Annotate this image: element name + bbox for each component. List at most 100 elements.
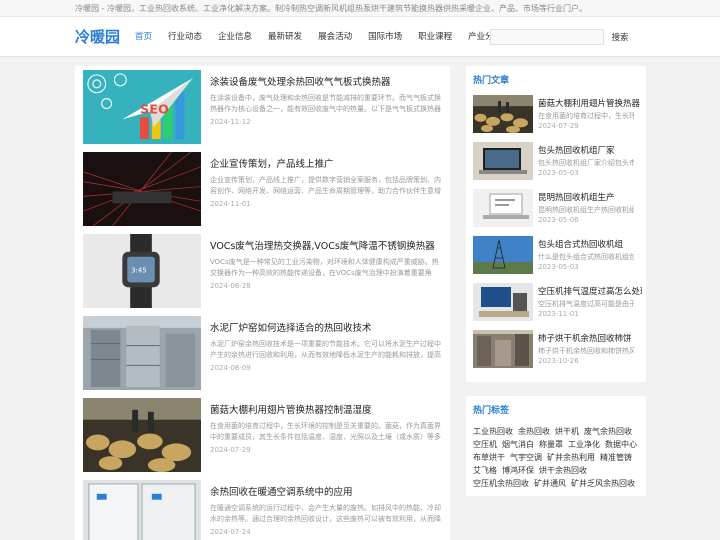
hot-article-thumbnail[interactable] [473, 189, 533, 227]
hot-article-thumbnail[interactable] [473, 236, 533, 274]
article-title[interactable]: 水泥厂炉窑如何选择适合的热回收技术 [210, 320, 372, 334]
hot-article-thumbnail[interactable] [473, 330, 533, 368]
tag-link[interactable]: 烘干余热回收 [539, 464, 587, 477]
tag-link[interactable]: 称量罩 [539, 438, 563, 451]
article-date: 2024-11-01 [210, 200, 251, 208]
hot-article-item[interactable]: 包头组合式热回收机组什么是包头组合式热回收机组包头 2023-05-03 [466, 234, 646, 281]
article-thumbnail[interactable] [83, 152, 201, 226]
hot-article-title[interactable]: 空压机排气温度过高怎么处理 [538, 285, 642, 297]
article-date: 2024-07-29 [210, 446, 251, 454]
article-summary: 水泥厂炉窑余热回收技术是一项重要的节能技术。它可以将水泥生产过程中产生的余热进行… [210, 340, 441, 359]
article-summary: VOCs废气是一种常见的工业污染物，对环境和人体健康构成严重威胁。热交换器作为一… [210, 258, 439, 277]
tag-link[interactable]: 矿井余热利用 [547, 451, 595, 464]
hot-article-summary: 柿子烘干机余热回收和柿饼热风烘 [538, 347, 634, 355]
hot-tags-panel: 热门标签 工业热回收 余热回收 烘干机 废气余热回收空压机 烟气消白 称量罩 工业净化 数据中… [466, 396, 646, 496]
article-date: 2024-08-28 [210, 282, 251, 290]
tag-link[interactable]: 工业热回收 [473, 425, 513, 438]
article-date: 2024-07-24 [210, 528, 251, 536]
hot-article-title[interactable]: 昆明热回收机组生产 [538, 191, 642, 203]
article-title[interactable]: 企业宣传策划，产品线上推广 [210, 156, 334, 170]
article-item[interactable]: 3:45 VOCs废气治理热交换器,VOCs废气降温不锈钢换热器 VOCs废气是一种… [75, 230, 450, 312]
hot-article-summary: 昆明热回收机组生产热回收机组是 [538, 206, 634, 214]
hot-article-title[interactable]: 包头组合式热回收机组 [538, 238, 642, 250]
hot-articles-panel: 热门文章 菌菇大棚利用翅片管换热器在食用菌的培育过程中，生长环境 2024-07-… [466, 66, 646, 382]
nav-item[interactable]: 国际市场 [360, 17, 410, 57]
hot-article-date: 2023-05-03 [538, 263, 579, 271]
svg-text:SEO: SEO [140, 102, 169, 117]
article-title[interactable]: 涂装设备废气处理余热回收气气板式换热器 [210, 74, 391, 88]
tag-link[interactable]: 空压机 [473, 438, 497, 451]
article-thumbnail[interactable] [83, 316, 201, 390]
article-thumbnail[interactable]: 3:45 [83, 234, 201, 308]
tag-link[interactable]: 余热回收 [518, 425, 550, 438]
tag-link[interactable]: 数据中心 [605, 438, 637, 451]
hot-article-title[interactable]: 柿子烘干机余热回收柿饼 [538, 332, 642, 344]
hot-article-item[interactable]: 柿子烘干机余热回收柿饼柿子烘干机余热回收和柿饼热风烘 2023-10-26 [466, 328, 646, 375]
article-title[interactable]: 菌菇大棚利用翅片管换热器控制温湿度 [210, 402, 372, 416]
hot-article-date: 2023-05-06 [538, 216, 579, 224]
header: 冷暖园 首页 行业动态 企业信息 最新研发 展会活动 国际市场 职业课程 产业分类 搜索 [0, 17, 720, 57]
search-input[interactable] [490, 29, 604, 45]
tag-link[interactable]: 废气余热回收 [584, 425, 632, 438]
hot-article-date: 2023-10-26 [538, 357, 579, 365]
article-thumbnail[interactable] [83, 480, 201, 540]
article-item[interactable]: 水泥厂炉窑如何选择适合的热回收技术水泥厂炉窑余热回收技术是一项重要的节能技术。它… [75, 312, 450, 394]
nav-item[interactable]: 最新研发 [260, 17, 310, 57]
article-item[interactable]: 菌菇大棚利用翅片管换热器控制温湿度在食用菌的培育过程中，生长环境的控制是至关重要… [75, 394, 450, 476]
nav-item[interactable]: 职业课程 [410, 17, 460, 57]
article-item[interactable]: 余热回收在暖通空调系统中的应用在暖通空调系统的运行过程中，会产生大量的废热。如排… [75, 476, 450, 540]
tag-link[interactable]: 烘干机 [555, 425, 579, 438]
article-summary: 在暖通空调系统的运行过程中，会产生大量的废热。如排风中的热能、冷却水的余热等。通… [210, 504, 441, 523]
article-list: SEO 涂装设备废气处理余热回收气气板式换热器在涂装设备中，废气处理和余热回收是节… [75, 66, 450, 540]
hot-article-title[interactable]: 包头热回收机组厂家 [538, 144, 642, 156]
nav-item[interactable]: 首页 [127, 17, 160, 57]
tag-link[interactable]: 精准管铸 [600, 451, 632, 464]
nav-item[interactable]: 行业动态 [160, 17, 210, 57]
top-bar: 冷暖园 - 冷暖园，工业热回收系统、工业净化解决方案。制冷制热空调新风机组热泵烘… [0, 0, 720, 17]
hot-article-date: 2023-05-03 [538, 169, 579, 177]
article-thumbnail[interactable] [83, 398, 201, 472]
hot-articles-title: 热门文章 [473, 76, 510, 86]
site-description: 冷暖园 - 冷暖园，工业热回收系统、工业净化解决方案。制冷制热空调新风机组热泵烘… [75, 4, 587, 13]
article-thumbnail[interactable]: SEO [83, 70, 201, 144]
tag-link[interactable]: 博鸿环保 [502, 464, 534, 477]
hot-article-item[interactable]: 空压机排气温度过高怎么处理 空压机排气温度过高可能是由于冷 2023-11-01 [466, 281, 646, 328]
tag-link[interactable]: 布草烘干 [473, 451, 505, 464]
tag-link[interactable]: 工业净化 [568, 438, 600, 451]
tag-link[interactable]: 气宇空调 [510, 451, 542, 464]
article-date: 2024-08-09 [210, 364, 251, 372]
hot-article-title[interactable]: 菌菇大棚利用翅片管换热器 [538, 97, 642, 109]
hot-article-summary: 包头热回收机组厂家介绍包头市 [538, 159, 634, 167]
nav-item[interactable]: 企业信息 [210, 17, 260, 57]
tag-link[interactable]: 空压机余热回收 [473, 477, 529, 490]
hot-article-summary: 什么是包头组合式热回收机组包头 [538, 253, 634, 261]
svg-text:3:45: 3:45 [131, 266, 146, 274]
article-date: 2024-11-12 [210, 118, 251, 126]
tag-cloud: 工业热回收 余热回收 烘干机 废气余热回收空压机 烟气消白 称量罩 工业净化 数据中心布草烘干… [473, 425, 643, 490]
tag-link[interactable]: 矿井乏风余热回收 [571, 477, 635, 490]
article-item[interactable]: SEO 涂装设备废气处理余热回收气气板式换热器在涂装设备中，废气处理和余热回收是节… [75, 66, 450, 148]
article-summary: 在食用菌的培育过程中，生长环境的控制是至关重要的。菌菇，作为真菌界中的重要成员，… [210, 422, 441, 441]
main-nav: 首页 行业动态 企业信息 最新研发 展会活动 国际市场 职业课程 产业分类 [127, 17, 510, 57]
hot-article-summary: 在食用菌的培育过程中，生长环境 [538, 112, 634, 120]
hot-article-thumbnail[interactable] [473, 95, 533, 133]
site-logo[interactable]: 冷暖园 [75, 26, 120, 47]
search-button[interactable]: 搜索 [604, 29, 636, 45]
hot-article-summary: 空压机排气温度过高可能是由于冷 [538, 300, 634, 308]
article-summary: 在涂装设备中，废气处理和余热回收是节能减排的重要环节。而气气板式换热器作为核心设… [210, 94, 441, 113]
nav-item[interactable]: 展会活动 [310, 17, 360, 57]
article-title[interactable]: VOCs废气治理热交换器,VOCs废气降温不锈钢换热器 [210, 238, 435, 252]
hot-article-thumbnail[interactable] [473, 283, 533, 321]
tag-link[interactable]: 艾飞格 [473, 464, 497, 477]
tag-link[interactable]: 烟气消白 [502, 438, 534, 451]
tag-link[interactable]: 矿井通风 [534, 477, 566, 490]
hot-article-date: 2024-07-29 [538, 122, 579, 130]
hot-article-item[interactable]: 菌菇大棚利用翅片管换热器在食用菌的培育过程中，生长环境 2024-07-29 [466, 93, 646, 140]
article-title[interactable]: 余热回收在暖通空调系统中的应用 [210, 484, 353, 498]
hot-article-item[interactable]: 昆明热回收机组生产昆明热回收机组生产热回收机组是 2023-05-06 [466, 187, 646, 234]
hot-article-item[interactable]: 包头热回收机组厂家包头热回收机组厂家介绍包头市 2023-05-03 [466, 140, 646, 187]
article-summary: 企业宣传策划，产品线上推广，提供数字营销全案服务，包括品牌策划、内容创作、网络开… [210, 176, 441, 195]
article-item[interactable]: 企业宣传策划，产品线上推广企业宣传策划，产品线上推广，提供数字营销全案服务，包括… [75, 148, 450, 230]
hot-tags-title: 热门标签 [473, 406, 510, 416]
hot-article-thumbnail[interactable] [473, 142, 533, 180]
